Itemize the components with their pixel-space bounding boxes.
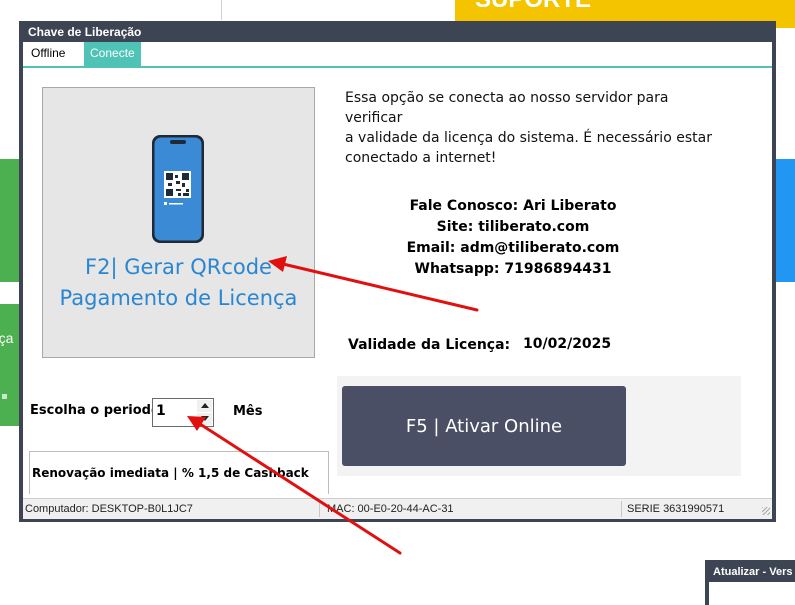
background-tile-dot xyxy=(2,394,7,399)
generate-qrcode-button[interactable]: F2| Gerar QRcode Pagamento de Licença xyxy=(42,87,315,358)
contact-email: Email: adm@tiliberato.com xyxy=(406,240,620,256)
dialog-title: Chave de Liberação xyxy=(28,25,142,39)
contact-name: Fale Conosco: Ari Liberato xyxy=(409,198,617,214)
activate-online-button[interactable]: F5 | Ativar Online xyxy=(342,386,626,466)
tab-bar: Offline Conecte xyxy=(23,42,772,68)
status-bar: Computador: DESKTOP-B0L1JC7 MAC: 00-E0-2… xyxy=(23,498,772,519)
license-dialog: Chave de Liberação Offline Conecte F2| G… xyxy=(19,21,776,522)
validity-label: Validade da Licença: xyxy=(348,337,511,353)
background-blue-tile[interactable] xyxy=(775,159,795,282)
status-separator xyxy=(319,501,320,517)
period-unit: Mês xyxy=(233,404,263,419)
renewal-text: Renovação imediata | % 1,5 de Cashback xyxy=(32,466,309,480)
dialog-client-area: Offline Conecte F2| Gerar QRcode Pagamen… xyxy=(23,42,772,519)
status-computer: Computador: DESKTOP-B0L1JC7 xyxy=(25,503,193,515)
tab-underline xyxy=(23,66,772,68)
background-tile-text: rça xyxy=(0,330,14,346)
status-serie: SERIE 3631990571 xyxy=(627,503,725,515)
background-divider xyxy=(221,0,222,20)
contact-block: Fale Conosco: Ari Liberato Site: tiliber… xyxy=(343,196,683,280)
stepper-up-icon[interactable] xyxy=(197,400,212,412)
online-button-panel: F5 | Ativar Online xyxy=(337,376,741,476)
tab-offline[interactable]: Offline xyxy=(25,42,72,66)
update-window[interactable]: Atualizar - Vers xyxy=(705,560,795,605)
period-stepper[interactable]: 1 xyxy=(152,398,214,427)
period-label: Escolha o periodo: xyxy=(30,403,166,418)
status-mac: MAC: 00-E0-20-44-AC-31 xyxy=(327,503,454,515)
update-window-title: Atualizar - Vers xyxy=(713,566,793,578)
stepper-down-icon[interactable] xyxy=(197,413,212,425)
contact-whatsapp: Whatsapp: 71986894431 xyxy=(414,261,612,277)
contact-site: Site: tiliberato.com xyxy=(436,219,590,235)
info-line-2: a validade da licença do sistema. É nece… xyxy=(345,130,712,146)
renewal-box: Renovação imediata | % 1,5 de Cashback xyxy=(29,451,329,494)
qrcode-button-sublabel: Pagamento de Licença xyxy=(59,286,298,310)
info-text: Essa opção se conecta ao nosso servidor … xyxy=(345,88,725,168)
support-banner-text: SUPORTE xyxy=(475,0,591,14)
update-window-body xyxy=(709,582,795,605)
phone-qrcode-icon xyxy=(152,135,204,243)
validity-value: 10/02/2025 xyxy=(523,336,612,352)
qrcode-button-label: F2| Gerar QRcode xyxy=(85,255,272,279)
status-separator xyxy=(621,501,622,517)
info-line-1: Essa opção se conecta ao nosso servidor … xyxy=(345,90,669,126)
resize-grip-icon[interactable] xyxy=(762,507,770,515)
info-line-3: conectado a internet! xyxy=(345,150,497,166)
tab-conecte[interactable]: Conecte xyxy=(84,42,141,66)
background-green-tile[interactable] xyxy=(0,159,20,282)
background-green-tile-2[interactable]: rça xyxy=(0,304,20,426)
period-stepper-value[interactable]: 1 xyxy=(156,403,166,419)
